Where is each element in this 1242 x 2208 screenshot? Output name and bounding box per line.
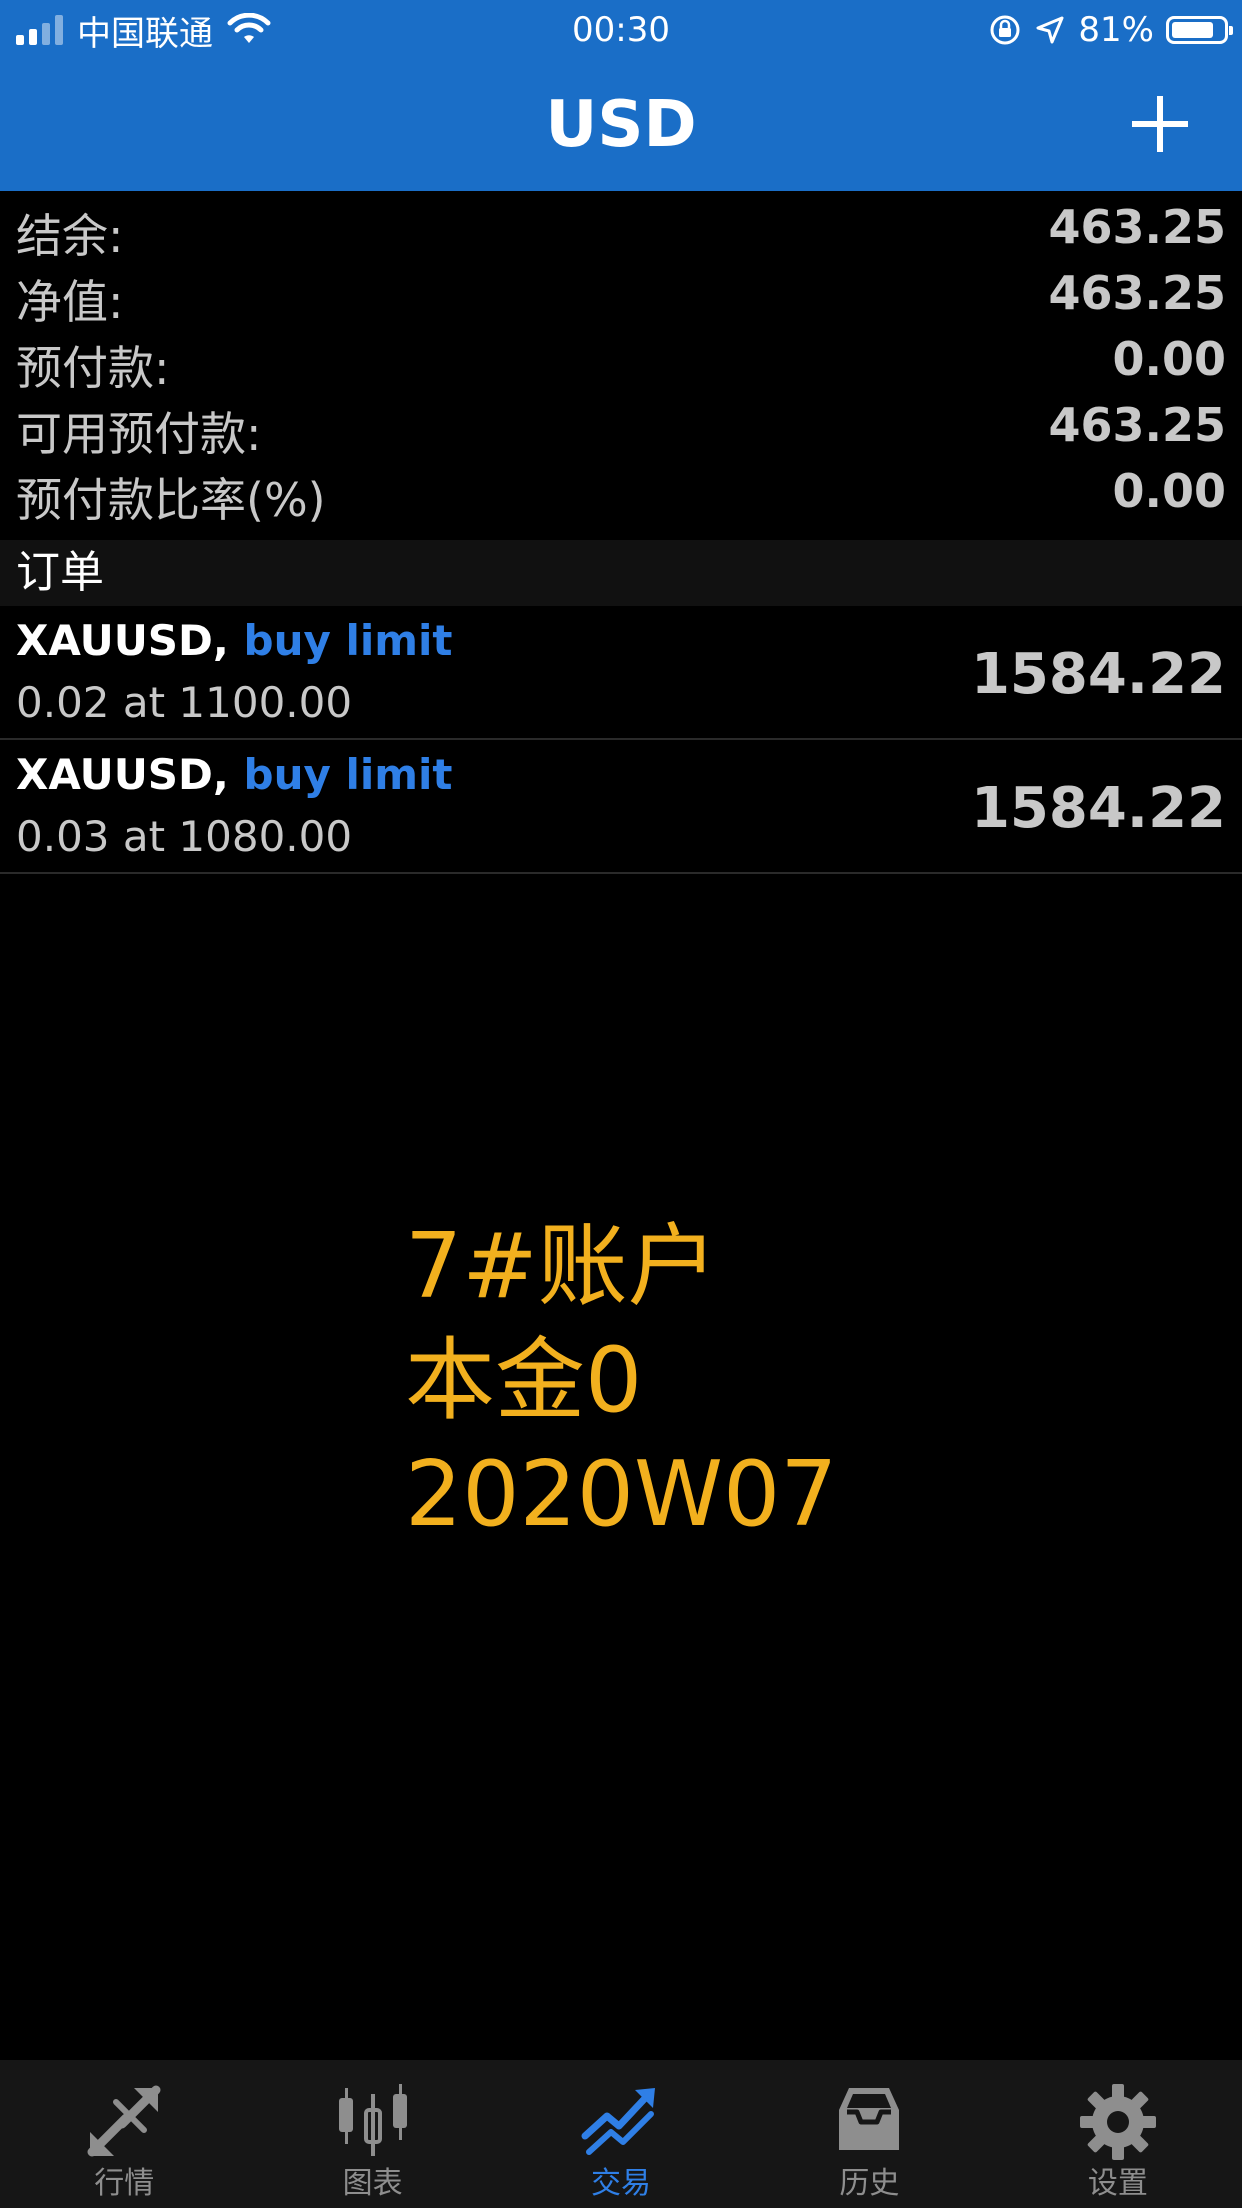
summary-row-equity: 净值: 463.25 bbox=[0, 262, 1242, 329]
battery-level-fill bbox=[1172, 22, 1213, 38]
tab-label: 图表 bbox=[342, 2166, 403, 2201]
annotation-line: 7#账户 bbox=[405, 1214, 718, 1319]
trade-trend-icon bbox=[581, 2088, 656, 2155]
order-type: buy limit bbox=[243, 616, 453, 665]
tab-settings[interactable]: 设置 bbox=[994, 2060, 1242, 2208]
annotation-line: 本金0 bbox=[405, 1328, 643, 1433]
plus-icon[interactable] bbox=[1128, 92, 1192, 156]
summary-value: 463.25 bbox=[1048, 266, 1226, 320]
order-symbol-line: XAUUSD, buy limit bbox=[16, 750, 453, 799]
tab-label: 设置 bbox=[1087, 2166, 1148, 2201]
tab-label: 行情 bbox=[94, 2166, 155, 2201]
overlay-annotation: 7#账户 本金0 2020W07 bbox=[405, 1210, 838, 1552]
battery-percent: 81% bbox=[1078, 10, 1154, 50]
summary-label: 预付款: bbox=[16, 341, 170, 395]
order-type: buy limit bbox=[243, 750, 453, 799]
summary-value: 0.00 bbox=[1112, 332, 1227, 386]
battery-icon bbox=[1166, 16, 1233, 44]
order-price: 1584.22 bbox=[970, 642, 1226, 707]
summary-row-margin-level: 预付款比率(%) 0.00 bbox=[0, 460, 1242, 527]
status-right: 81% bbox=[988, 8, 1233, 52]
order-row[interactable]: XAUUSD, buy limit 0.03 at 1080.00 1584.2… bbox=[0, 740, 1242, 874]
tab-label: 交易 bbox=[591, 2166, 652, 2201]
order-row[interactable]: XAUUSD, buy limit 0.02 at 1100.00 1584.2… bbox=[0, 606, 1242, 740]
order-detail: 0.03 at 1080.00 bbox=[16, 812, 353, 861]
status-bar: 中国联通 00:30 81% bbox=[0, 0, 1242, 60]
tab-label: 历史 bbox=[839, 2166, 900, 2201]
top-bar: 中国联通 00:30 81% USD bbox=[0, 0, 1242, 191]
summary-row-balance: 结余: 463.25 bbox=[0, 196, 1242, 263]
tab-bar: 行情 图表 交易 历史 设置 bbox=[0, 2060, 1242, 2208]
summary-label: 结余: bbox=[16, 209, 124, 263]
order-price: 1584.22 bbox=[970, 776, 1226, 841]
gear-icon bbox=[1079, 2084, 1156, 2160]
candlestick-chart-icon bbox=[338, 2084, 407, 2156]
orientation-lock-icon bbox=[990, 15, 1020, 45]
orders-list: XAUUSD, buy limit 0.02 at 1100.00 1584.2… bbox=[0, 606, 1242, 874]
order-detail: 0.02 at 1100.00 bbox=[16, 678, 353, 727]
tab-history[interactable]: 历史 bbox=[745, 2060, 993, 2208]
summary-label: 可用预付款: bbox=[16, 407, 262, 461]
orders-section-header: 订单 bbox=[0, 540, 1242, 606]
tab-quotes[interactable]: 行情 bbox=[0, 2060, 248, 2208]
summary-label: 净值: bbox=[16, 275, 124, 329]
history-inbox-icon bbox=[839, 2088, 900, 2150]
quotes-arrows-icon bbox=[87, 2085, 161, 2157]
order-symbol: XAUUSD, bbox=[16, 750, 229, 799]
order-symbol: XAUUSD, bbox=[16, 616, 229, 665]
summary-row-free-margin: 可用预付款: 463.25 bbox=[0, 394, 1242, 461]
summary-value: 463.25 bbox=[1048, 200, 1226, 254]
location-arrow-icon bbox=[1036, 16, 1064, 44]
tab-charts[interactable]: 图表 bbox=[248, 2060, 496, 2208]
summary-label: 预付款比率(%) bbox=[16, 473, 326, 527]
order-symbol-line: XAUUSD, buy limit bbox=[16, 616, 453, 665]
trade-screen: 中国联通 00:30 81% USD 结余: 463.25 净值: 463.25… bbox=[0, 0, 1242, 2208]
tab-trade[interactable]: 交易 bbox=[497, 2060, 745, 2208]
summary-row-margin: 预付款: 0.00 bbox=[0, 328, 1242, 395]
account-summary: 结余: 463.25 净值: 463.25 预付款: 0.00 可用预付款: 4… bbox=[0, 196, 1242, 527]
summary-value: 463.25 bbox=[1048, 398, 1226, 452]
annotation-line: 2020W07 bbox=[405, 1442, 838, 1547]
page-title: USD bbox=[545, 88, 697, 162]
summary-value: 0.00 bbox=[1112, 464, 1227, 518]
